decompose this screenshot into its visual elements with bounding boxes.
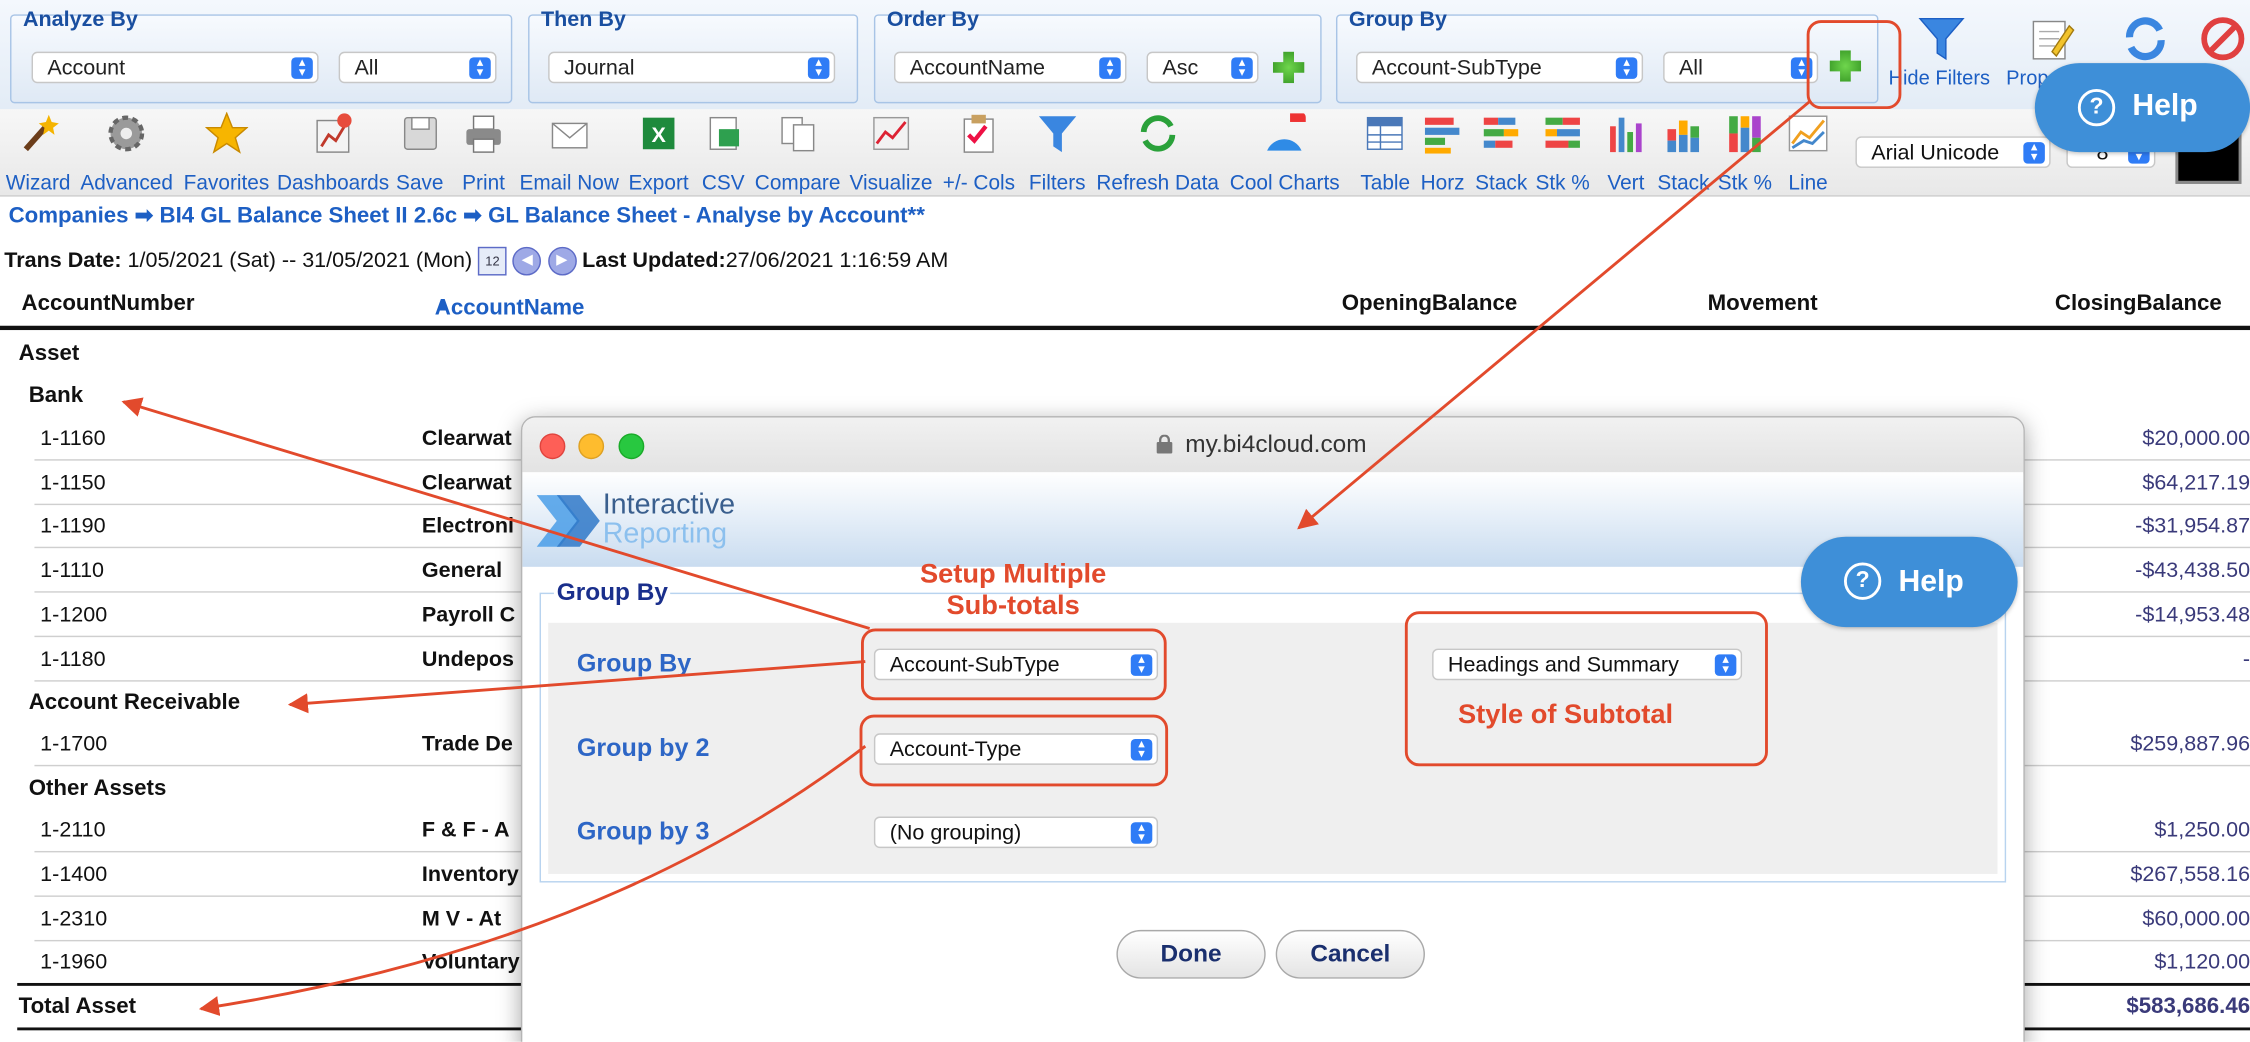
- annotation-arrows: [121, 99, 1812, 1016]
- arrow-to-receivable: [287, 660, 866, 714]
- arrow-to-dialog: [1297, 99, 1812, 530]
- arrow-to-bank: [121, 397, 871, 630]
- arrow-to-total: [198, 745, 867, 1016]
